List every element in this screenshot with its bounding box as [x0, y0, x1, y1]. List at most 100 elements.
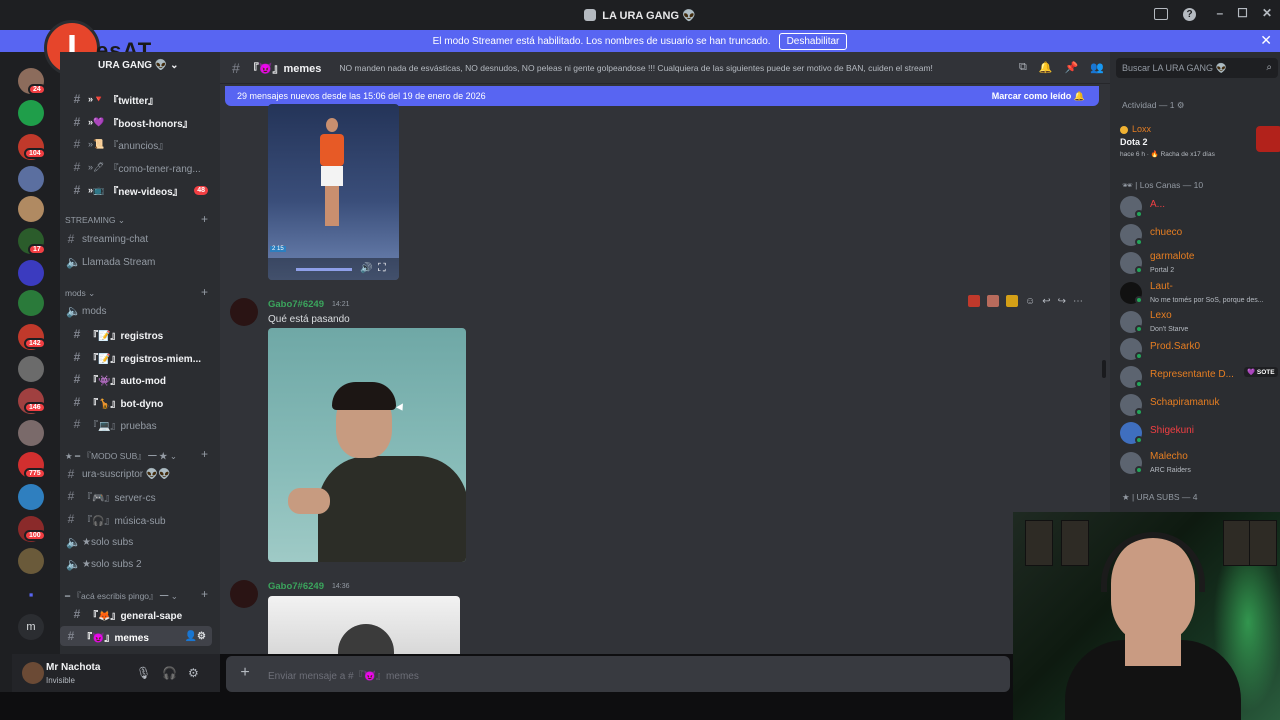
- activity-game: Dota 2: [1120, 137, 1148, 147]
- add-channel-icon[interactable]: +: [201, 587, 208, 601]
- channel-item[interactable]: # streaming-chat: [60, 229, 220, 249]
- channel-item[interactable]: ▶#»📺『new-videos』48: [60, 180, 220, 200]
- maximize-button[interactable]: ☐: [1237, 6, 1248, 20]
- server-icon[interactable]: [18, 484, 44, 510]
- message-text: Qué está pasando: [268, 314, 350, 325]
- gif-attachment[interactable]: [268, 328, 466, 562]
- member-item[interactable]: Malecho ARC Raiders: [1120, 450, 1280, 476]
- server-icon[interactable]: [18, 260, 44, 286]
- channel-item[interactable]: # »📜 『anuncios』: [60, 134, 220, 154]
- avatar[interactable]: [22, 662, 44, 684]
- forward-icon[interactable]: ↪: [1058, 296, 1066, 307]
- category-aca[interactable]: ━ 『acá escribis pingo』 ━ ⌄: [65, 590, 178, 602]
- member-item[interactable]: chueco: [1120, 222, 1280, 248]
- member-item[interactable]: Laut- No me tomés por SoS, porque des...: [1120, 280, 1280, 306]
- inbox-icon[interactable]: [1154, 8, 1168, 20]
- member-item[interactable]: Representante D... 💜 SOTE: [1120, 364, 1280, 390]
- server-name[interactable]: URA GANG 👽 ⌄: [98, 60, 178, 71]
- badge: 100: [24, 530, 46, 541]
- new-messages-bar[interactable]: 29 mensajes nuevos desde las 15:06 del 1…: [225, 86, 1099, 106]
- more-icon[interactable]: ⋯: [1073, 296, 1083, 307]
- video-attachment[interactable]: 2 15 🔊 ⛶: [268, 104, 399, 280]
- volume-icon[interactable]: 🔊: [360, 263, 372, 274]
- add-channel-icon[interactable]: +: [201, 285, 208, 299]
- voice-channel-item[interactable]: 🔈 Llamada Stream: [60, 252, 220, 272]
- channel-item[interactable]: ▶#『👾』auto-mod: [60, 369, 220, 389]
- server-icon[interactable]: [18, 420, 44, 446]
- category-modo-sub[interactable]: ★ ━ 『MODO SUB』 ━ ★ ⌄: [65, 450, 177, 462]
- channel-item[interactable]: ▶#『🦒』bot-dyno: [60, 392, 220, 412]
- channel-topic[interactable]: NO manden nada de esvásticas, NO desnudo…: [339, 63, 959, 73]
- scrollbar[interactable]: [1102, 360, 1106, 378]
- channel-item[interactable]: 🔈 mods: [60, 301, 220, 321]
- voice-channel-item[interactable]: 🔈 ★ solo subs: [60, 532, 220, 552]
- channel-item[interactable]: # 『🎧』música-sub: [60, 509, 220, 529]
- fullscreen-icon[interactable]: ⛶: [378, 262, 386, 275]
- channel-item[interactable]: ▶#『📝』registros: [60, 324, 220, 344]
- channel-item[interactable]: # 『🎮』server-cs: [60, 486, 220, 506]
- message-author[interactable]: Gabo7#6249: [268, 299, 324, 310]
- channel-item-memes[interactable]: # 『😈』memes 👤⚙: [60, 626, 212, 646]
- category-mods[interactable]: mods ⌄: [65, 288, 95, 299]
- headphones-icon[interactable]: 🎧: [162, 666, 177, 680]
- category-streaming[interactable]: STREAMING ⌄: [65, 215, 125, 226]
- pin-icon[interactable]: 📌: [1065, 61, 1079, 74]
- user-panel: Mr Nachota Invisible 🎙 🎧 ⚙: [12, 654, 220, 692]
- status-icon: [1120, 126, 1128, 134]
- voice-channel-item[interactable]: 🔈 ★ solo subs 2: [60, 554, 220, 574]
- minimize-button[interactable]: –: [1216, 6, 1223, 20]
- member-item[interactable]: Prod.Sark0: [1120, 336, 1280, 362]
- channel-item[interactable]: ▶#『🦊』general-sape: [60, 604, 220, 624]
- message-composer[interactable]: + Enviar mensaje a #『😈』memes: [226, 656, 1010, 692]
- channel-item[interactable]: # 『💻』pruebas: [60, 414, 220, 434]
- close-window-button[interactable]: ✕: [1262, 6, 1272, 20]
- close-icon[interactable]: ✕: [1260, 32, 1272, 49]
- activity-card[interactable]: Loxx Dota 2 hace 6 h · 🔥 Racha de x17 dí…: [1120, 118, 1280, 162]
- channel-item[interactable]: # ura-suscriptor 👽👽: [60, 464, 220, 484]
- avatar[interactable]: [230, 298, 258, 326]
- add-channel-icon[interactable]: +: [201, 212, 208, 226]
- server-icon[interactable]: [18, 196, 44, 222]
- threads-icon[interactable]: ⧉: [1019, 61, 1027, 74]
- video-controls[interactable]: 2 15 🔊 ⛶: [268, 246, 399, 280]
- add-attachment-icon[interactable]: +: [236, 664, 254, 682]
- microphone-icon[interactable]: 🎙: [136, 666, 151, 680]
- disable-streamer-button[interactable]: Deshabilitar: [778, 32, 848, 50]
- member-item[interactable]: A...: [1120, 194, 1280, 220]
- search-input[interactable]: Buscar LA URA GANG 👽 ⌕: [1116, 58, 1278, 78]
- server-icon[interactable]: [18, 548, 44, 574]
- server-icon[interactable]: [18, 166, 44, 192]
- video-progress[interactable]: [296, 268, 352, 271]
- reaction-emoji[interactable]: [968, 295, 980, 307]
- mark-read-button[interactable]: Marcar como leído 🔔: [992, 91, 1085, 102]
- username: Mr Nachota: [46, 662, 101, 673]
- member-list: Actividad — 1 ⚙ Loxx Dota 2 hace 6 h · 🔥…: [1110, 52, 1280, 512]
- add-reaction-icon[interactable]: ☺: [1025, 296, 1035, 307]
- message-author[interactable]: Gabo7#6249: [268, 581, 324, 592]
- channel-item[interactable]: ▶#»🔻『twitter』: [60, 89, 220, 109]
- bell-icon[interactable]: 🔔: [1039, 61, 1053, 74]
- reaction-emoji[interactable]: [1006, 295, 1018, 307]
- server-icon[interactable]: [18, 100, 44, 126]
- members-icon[interactable]: 👥: [1090, 61, 1104, 74]
- member-item[interactable]: Lexo Don't Starve: [1120, 309, 1280, 335]
- folder-icon[interactable]: ▪: [18, 582, 44, 608]
- member-item[interactable]: Schapiramanuk: [1120, 392, 1280, 418]
- settings-icon[interactable]: 👤⚙: [185, 631, 206, 642]
- server-icon[interactable]: [18, 356, 44, 382]
- server-icon[interactable]: [18, 290, 44, 316]
- reaction-emoji[interactable]: [987, 295, 999, 307]
- channel-item[interactable]: # »🖊 『como-tener-rang...: [60, 157, 220, 177]
- channel-item[interactable]: ▶#『📝』registros-miem...: [60, 347, 220, 367]
- member-item[interactable]: Shigekuni: [1120, 420, 1280, 446]
- gear-icon[interactable]: ⚙: [188, 666, 199, 680]
- image-attachment[interactable]: [268, 596, 460, 654]
- reply-icon[interactable]: ↩: [1042, 296, 1050, 307]
- avatar[interactable]: [230, 580, 258, 608]
- member-item[interactable]: garmalote Portal 2: [1120, 250, 1280, 276]
- add-channel-icon[interactable]: +: [201, 447, 208, 461]
- channel-item[interactable]: ▶#»💜『boost-honors』: [60, 112, 220, 132]
- group-header: ★ | URA SUBS — 4: [1122, 492, 1198, 502]
- help-icon[interactable]: ?: [1183, 8, 1196, 21]
- server-icon[interactable]: m: [18, 614, 44, 640]
